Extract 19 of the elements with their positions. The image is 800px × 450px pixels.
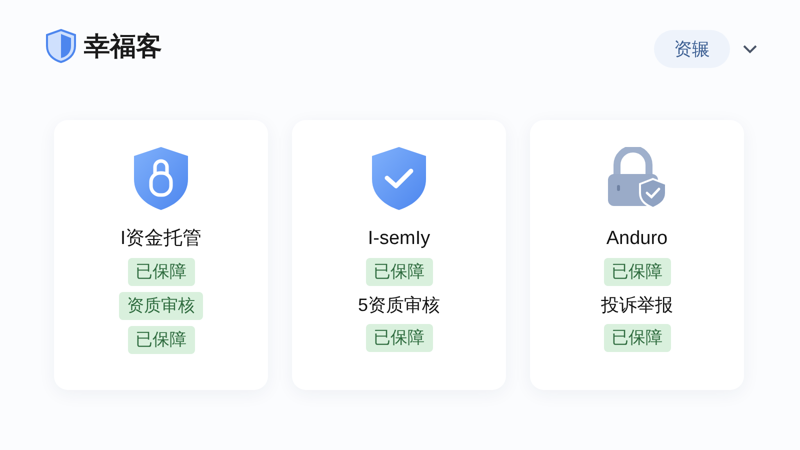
account-button[interactable]: 资辗 — [654, 30, 730, 68]
card-title: I资金托管 — [120, 227, 202, 251]
shield-logo-icon — [46, 29, 76, 63]
card-title: I-semIy — [368, 227, 430, 251]
feature-label: 5资质审核 — [358, 294, 440, 317]
feature-label: 投诉举报 — [601, 294, 673, 317]
shield-lock-icon — [132, 145, 190, 211]
status-tag: 已保障 — [128, 258, 194, 286]
status-tag: 已保障 — [604, 258, 670, 286]
status-tag: 已保障 — [604, 324, 670, 352]
status-tag: 已保障 — [366, 324, 432, 352]
status-tag: 已保障 — [128, 326, 194, 354]
status-tag: 已保障 — [366, 258, 432, 286]
card-title: Anduro — [606, 227, 668, 251]
padlock-shield-icon — [606, 147, 668, 209]
shield-check-icon — [370, 145, 428, 211]
chevron-down-icon[interactable] — [742, 44, 758, 54]
brand-name: 幸福客 — [84, 30, 162, 62]
status-tag: 资质审核 — [119, 292, 203, 320]
